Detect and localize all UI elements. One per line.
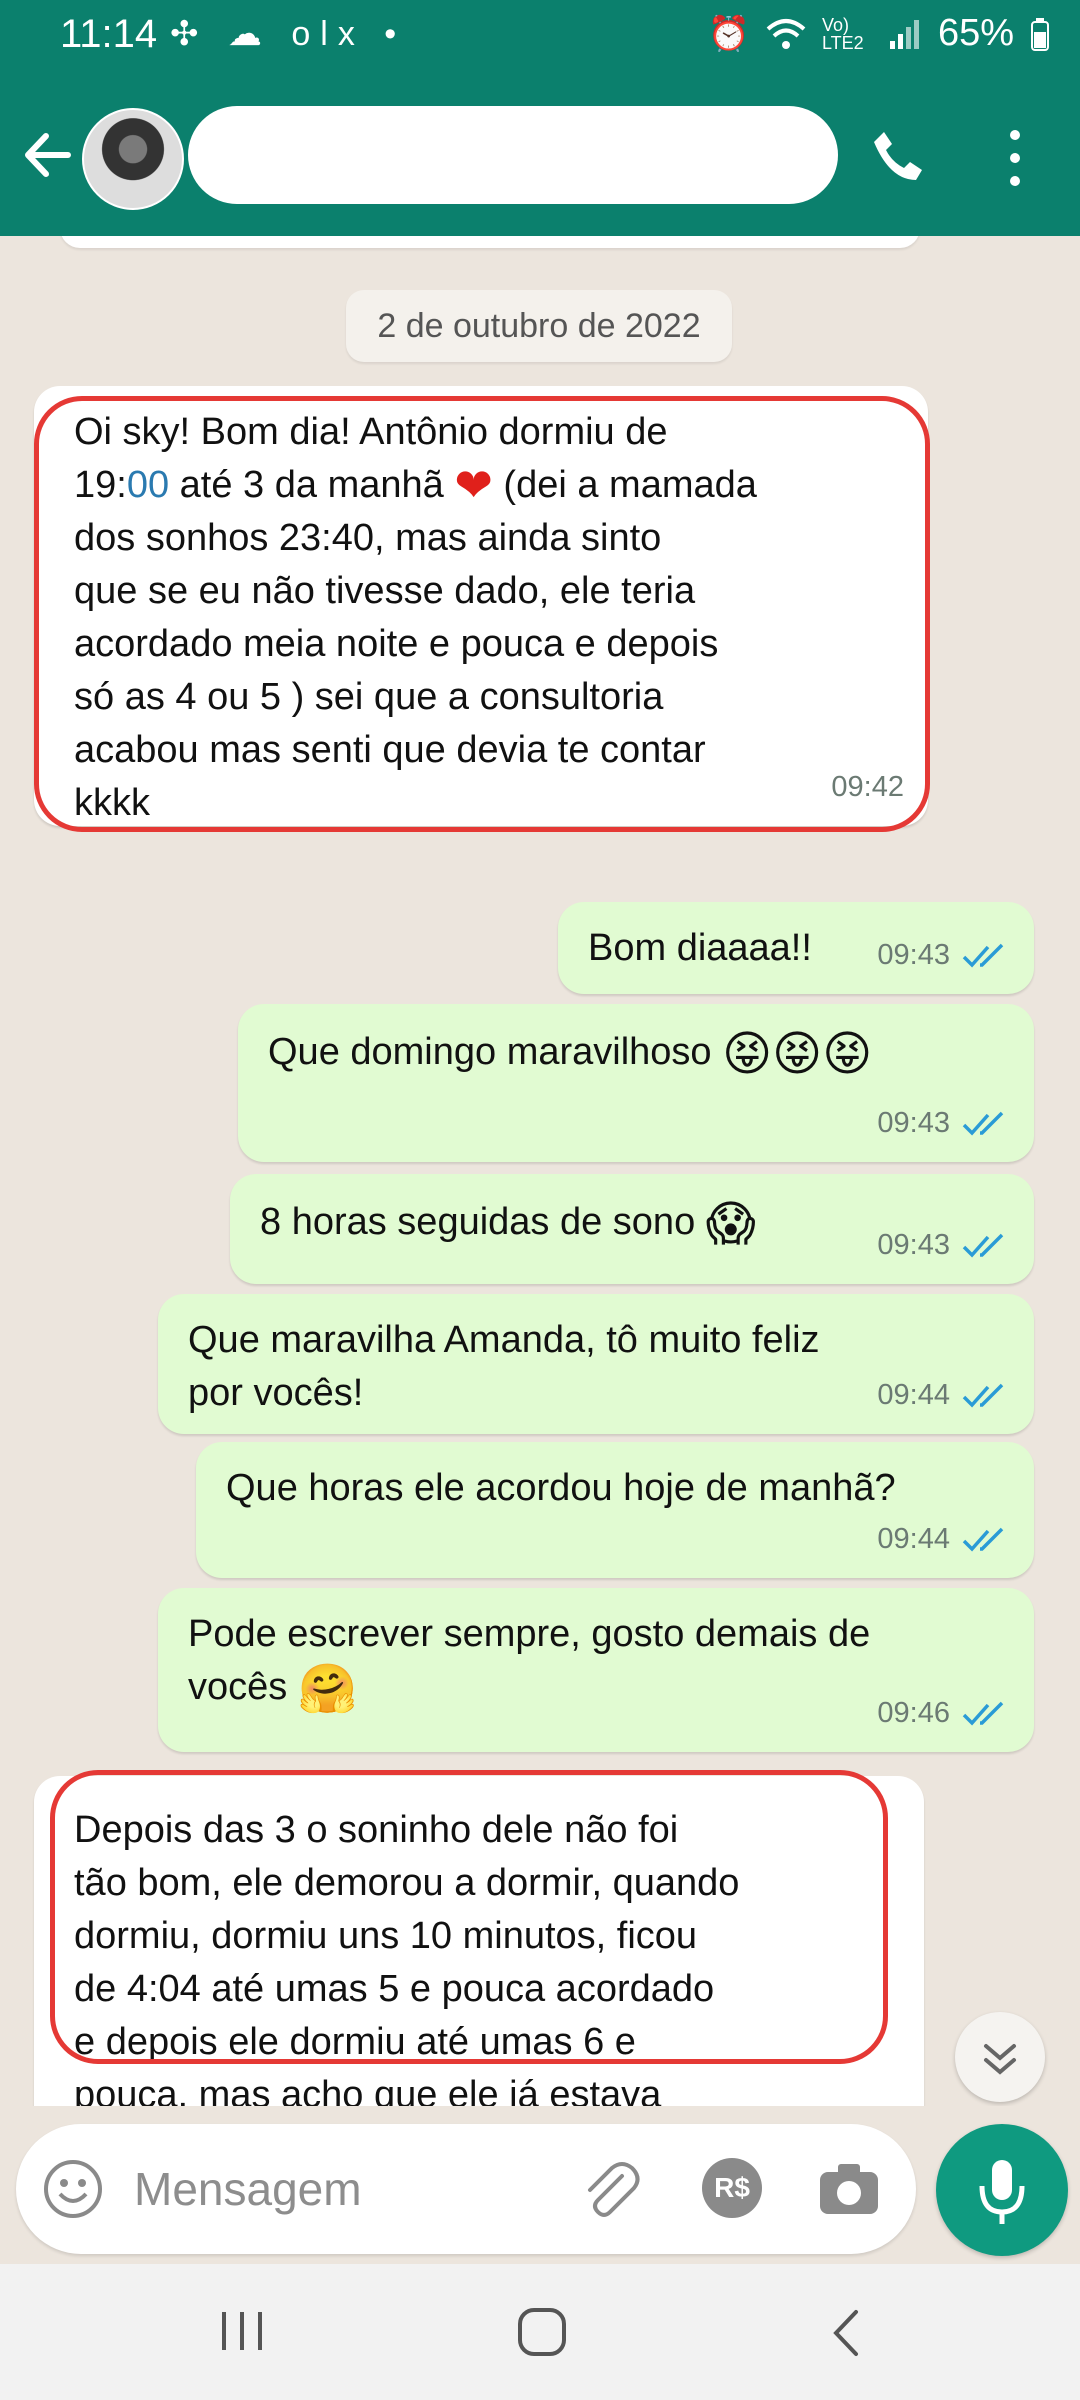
microphone-icon bbox=[979, 2160, 1025, 2224]
hugging-emoji-icon: 🤗 bbox=[297, 1663, 358, 1716]
message-meta: 09:46 bbox=[877, 1687, 1010, 1740]
payment-icon[interactable]: R$ bbox=[702, 2158, 762, 2218]
emoji-icon[interactable] bbox=[42, 2158, 104, 2220]
back-arrow-icon[interactable] bbox=[18, 120, 78, 190]
previous-message-fragment bbox=[60, 236, 920, 248]
tongue-emoji-icon: 😝😝😝 bbox=[722, 1028, 873, 1081]
read-ticks-icon bbox=[962, 1383, 1004, 1408]
read-ticks-icon bbox=[962, 943, 1004, 968]
message-time: 09:43 bbox=[877, 1107, 950, 1139]
message-meta: 09:42 bbox=[831, 761, 904, 814]
phone-call-icon[interactable] bbox=[870, 128, 926, 184]
message-text: Que horas ele acordou hoje de manhã? bbox=[226, 1467, 896, 1509]
camera-icon[interactable] bbox=[816, 2158, 882, 2218]
back-navigation-icon[interactable] bbox=[826, 2308, 866, 2358]
outgoing-message[interactable]: Bom diaaaa!! 09:43 bbox=[558, 902, 1034, 994]
message-input-bar[interactable]: Mensagem R$ bbox=[16, 2124, 916, 2254]
paperclip-icon[interactable] bbox=[576, 2156, 642, 2222]
shocked-emoji-icon: 😱 bbox=[705, 1198, 756, 1251]
outgoing-message[interactable]: Que maravilha Amanda, tô muito feliz por… bbox=[158, 1294, 1034, 1434]
message-time: 09:46 bbox=[877, 1697, 950, 1729]
signal-icon bbox=[889, 19, 919, 49]
status-time: 11:14 bbox=[60, 12, 158, 56]
message-meta: 09:43 bbox=[877, 929, 1010, 982]
double-chevron-down-icon bbox=[984, 2044, 1016, 2075]
message-meta: 09:43 bbox=[877, 1219, 1010, 1272]
battery-level: 65% bbox=[937, 12, 1014, 54]
recent-apps-icon[interactable] bbox=[212, 2308, 272, 2354]
outgoing-message[interactable]: Pode escrever sempre, gosto demais de vo… bbox=[158, 1588, 1034, 1752]
alarm-icon: ⏰ bbox=[707, 14, 750, 53]
microphone-button[interactable] bbox=[936, 2124, 1068, 2256]
message-time: 09:42 bbox=[831, 771, 904, 803]
highlighted-time: 00 bbox=[126, 464, 170, 506]
message-meta: 09:44 bbox=[877, 1369, 1010, 1422]
message-text: Que domingo maravilhoso 😝😝😝 bbox=[268, 1028, 873, 1081]
message-time: 09:44 bbox=[877, 1523, 950, 1555]
read-ticks-icon bbox=[962, 1111, 1004, 1136]
message-meta: 09:44 bbox=[877, 1513, 1010, 1566]
date-separator: 2 de outubro de 2022 bbox=[346, 290, 732, 362]
battery-icon bbox=[1031, 17, 1049, 51]
message-input[interactable]: Mensagem bbox=[134, 2162, 362, 2216]
system-navigation-bar bbox=[0, 2264, 1080, 2400]
read-ticks-icon bbox=[962, 1233, 1004, 1258]
incoming-message[interactable]: Oi sky! Bom dia! Antônio dormiu de 19:00… bbox=[34, 386, 928, 826]
network-label: Vo) LTE2 bbox=[821, 14, 864, 53]
system-icons: ⏰ Vo) LTE2 65% bbox=[708, 12, 1050, 55]
message-text: Depois das 3 o soninho dele não foi tão … bbox=[74, 1809, 740, 2106]
read-ticks-icon bbox=[962, 1527, 1004, 1552]
contact-name-field[interactable] bbox=[188, 106, 838, 204]
outgoing-message[interactable]: 8 horas seguidas de sono 😱 09:43 bbox=[230, 1174, 1034, 1284]
message-time: 09:44 bbox=[877, 1379, 950, 1411]
message-meta: 09:43 bbox=[877, 1097, 1010, 1150]
outgoing-message[interactable]: Que domingo maravilhoso 😝😝😝 09:43 bbox=[238, 1004, 1034, 1162]
chat-conversation[interactable]: 2 de outubro de 2022 Oi sky! Bom dia! An… bbox=[0, 236, 1080, 2106]
message-text: Oi sky! Bom dia! Antônio dormiu de 19:00… bbox=[74, 411, 757, 824]
outgoing-message[interactable]: Que horas ele acordou hoje de manhã? 09:… bbox=[196, 1442, 1034, 1578]
more-options-icon[interactable] bbox=[1000, 123, 1030, 193]
contact-avatar[interactable] bbox=[82, 108, 184, 210]
notification-icons: ✣ ☁ olx • bbox=[170, 15, 407, 53]
status-bar: 11:14 ✣ ☁ olx • ⏰ Vo) LTE2 65% bbox=[0, 0, 1080, 78]
home-icon[interactable] bbox=[516, 2306, 568, 2358]
chat-header bbox=[0, 78, 1080, 236]
incoming-message[interactable]: Depois das 3 o soninho dele não foi tão … bbox=[34, 1776, 924, 2106]
wifi-icon bbox=[766, 18, 806, 49]
scroll-to-bottom-button[interactable] bbox=[955, 2012, 1045, 2102]
red-heart-icon: ❤ bbox=[454, 459, 493, 511]
message-time: 09:43 bbox=[877, 1229, 950, 1261]
message-time: 09:43 bbox=[877, 939, 950, 971]
read-ticks-icon bbox=[962, 1701, 1004, 1726]
